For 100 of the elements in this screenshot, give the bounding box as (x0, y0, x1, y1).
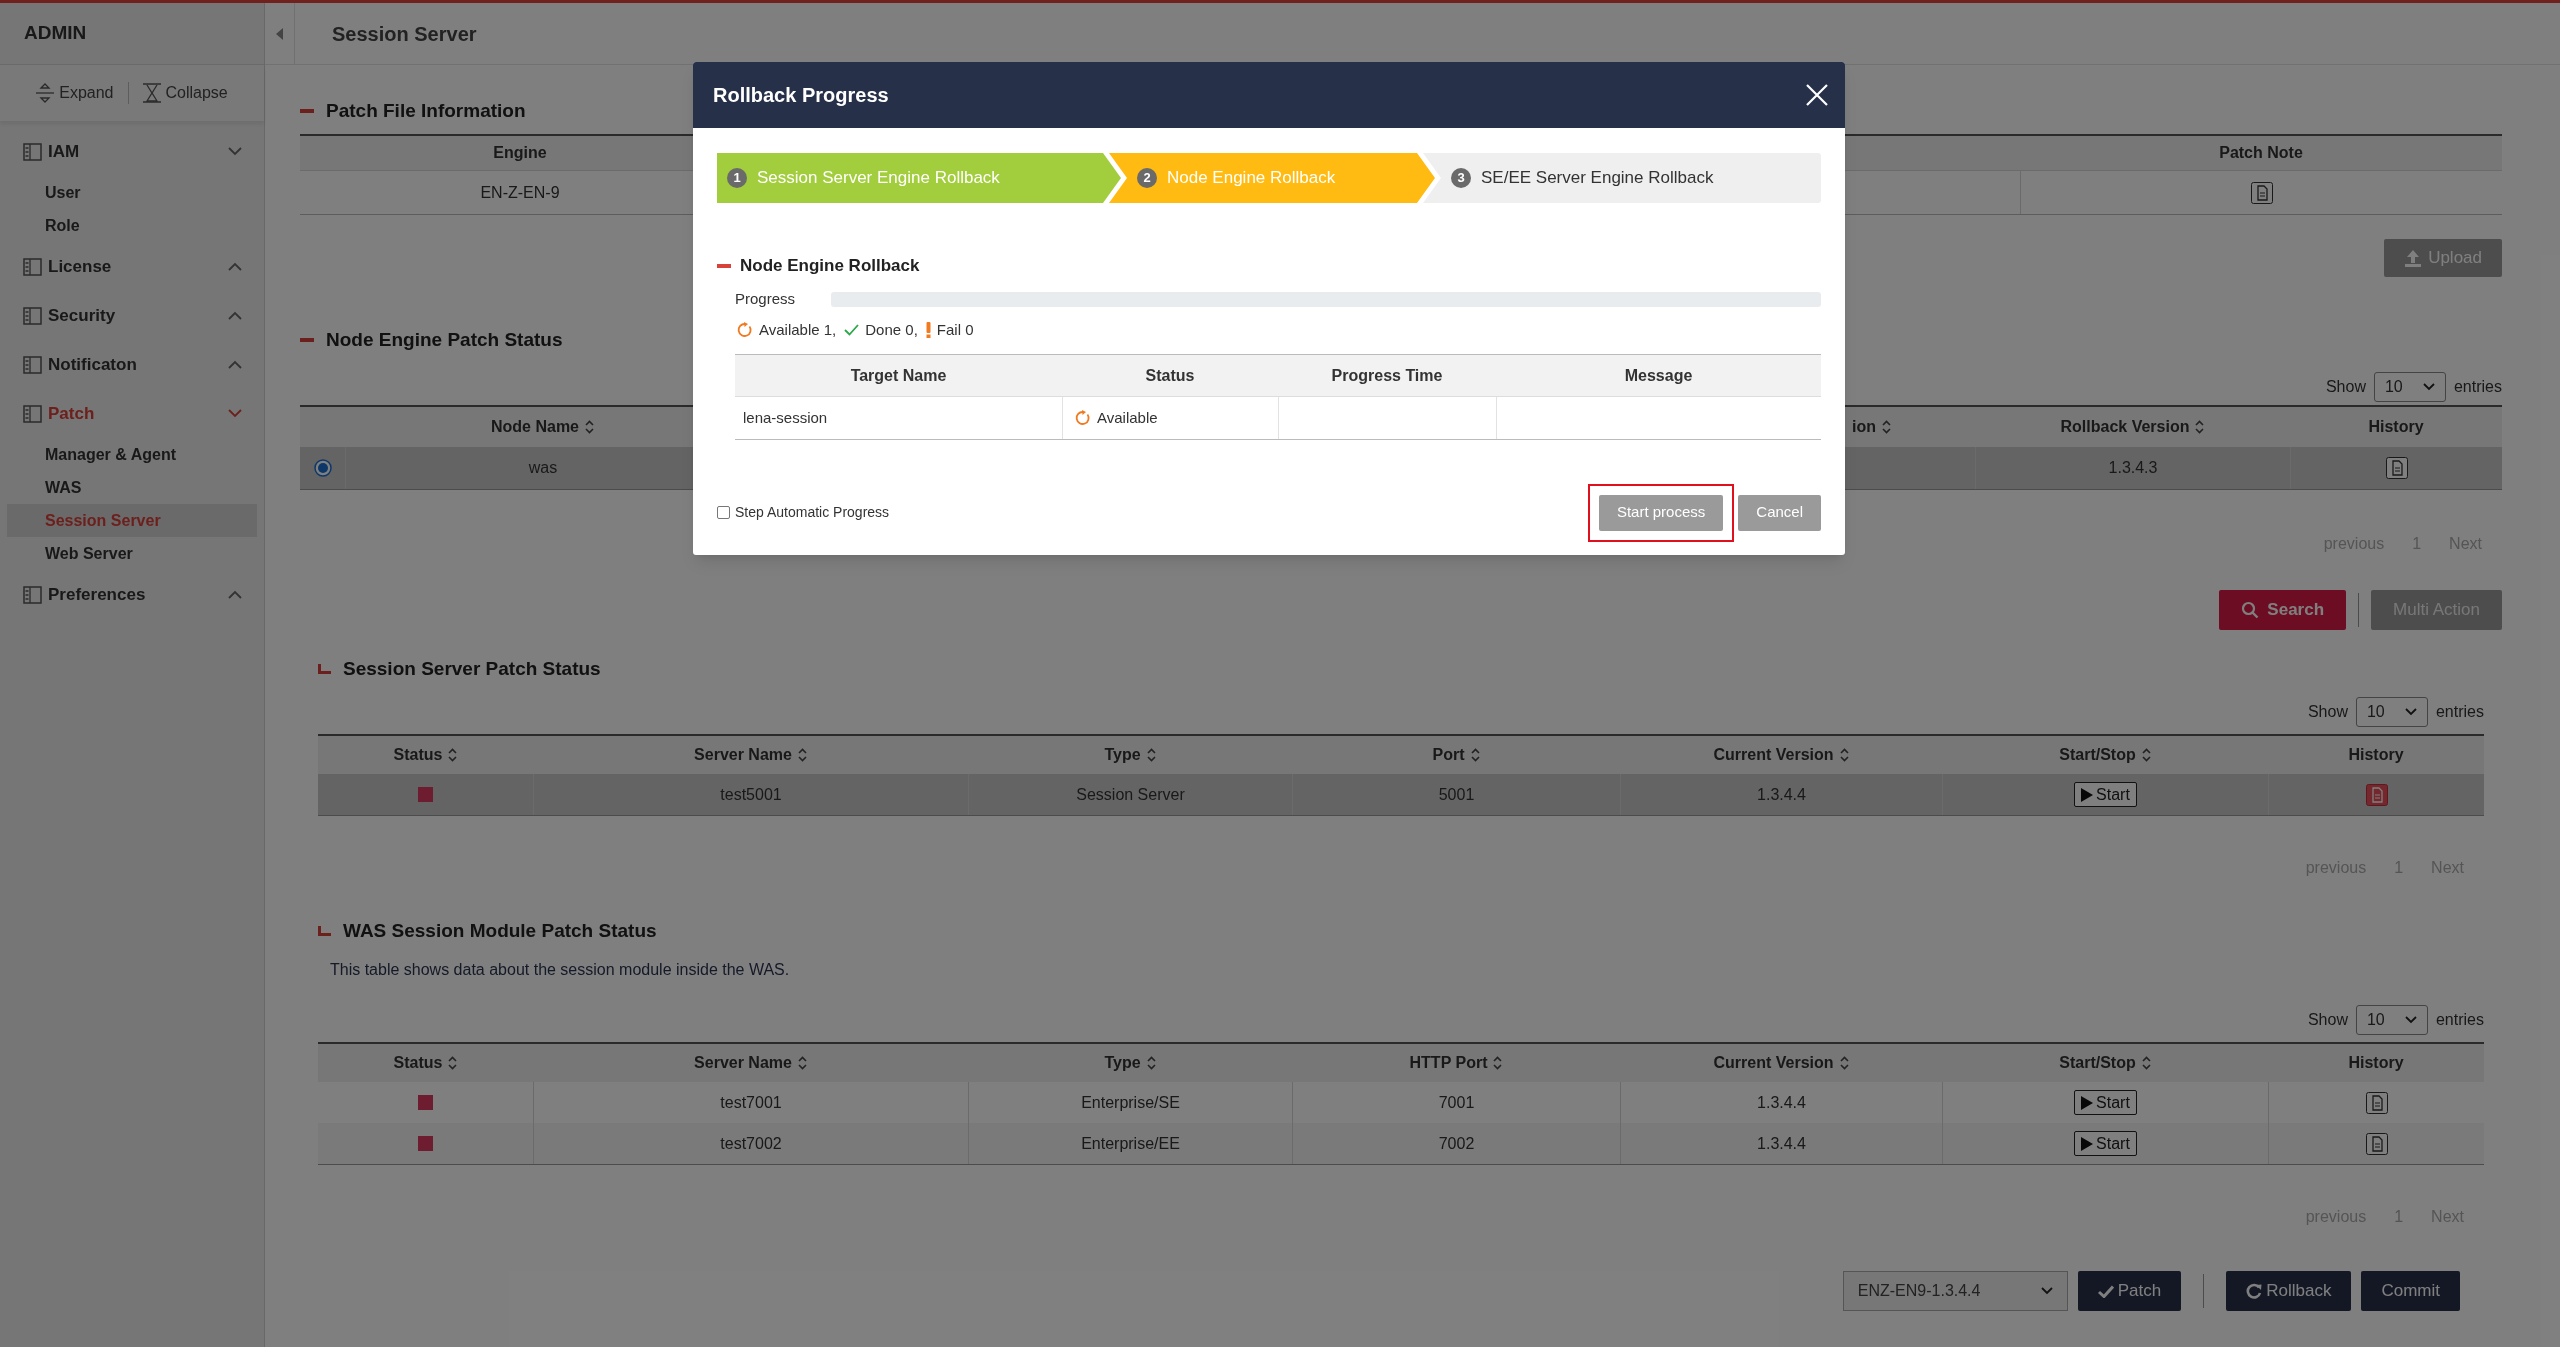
submenu-item[interactable]: WAS (7, 471, 257, 504)
panel-icon (23, 585, 42, 604)
column-header[interactable]: HTTP Port (1409, 1051, 1488, 1075)
step-number: 3 (1451, 168, 1471, 188)
column-header[interactable]: Node Name (491, 415, 579, 439)
column-header[interactable]: Status (393, 1051, 443, 1075)
caret-left-icon[interactable] (275, 27, 284, 40)
sort-icon[interactable] (2195, 420, 2205, 434)
sort-icon[interactable] (1146, 748, 1156, 762)
check-icon (844, 324, 860, 336)
start-button[interactable]: Start (2074, 1131, 2137, 1156)
select-value: ENZ-EN9-1.3.4.4 (1857, 1281, 1981, 1301)
table-cell-text: 5001 (1438, 784, 1475, 805)
document-icon[interactable] (2365, 783, 2388, 806)
column-header[interactable]: ion (1852, 415, 1876, 439)
page-size-select[interactable]: 10 (2355, 1005, 2428, 1035)
section-title: Session Server Patch Status (343, 656, 601, 681)
table-cell-text: 1.3.4.4 (1757, 1133, 1806, 1154)
panel-icon (23, 404, 42, 423)
column-header[interactable]: Start/Stop (2059, 743, 2136, 767)
column-header[interactable]: Rollback Version (2060, 415, 2190, 439)
play-icon (2081, 1136, 2094, 1151)
sort-icon[interactable] (1146, 1056, 1156, 1070)
document-icon[interactable] (2250, 181, 2273, 204)
sort-icon[interactable] (1882, 420, 1891, 434)
caret-icon (2404, 708, 2417, 716)
expand-icon (36, 83, 55, 103)
panel-icon (23, 142, 42, 161)
sort-icon[interactable] (448, 748, 458, 762)
collapse-button[interactable]: Collapse (142, 81, 228, 105)
patch-button[interactable]: Patch (2077, 1271, 2182, 1311)
column-header[interactable]: Port (1432, 743, 1465, 767)
submenu-item[interactable]: User (7, 176, 257, 209)
document-icon[interactable] (2365, 1091, 2388, 1114)
menu-item[interactable]: Security (48, 302, 116, 329)
cancel-button[interactable]: Cancel (1738, 494, 1821, 531)
start-process-button[interactable]: Start process (1598, 494, 1724, 531)
sort-icon[interactable] (448, 1056, 458, 1070)
submenu-item[interactable]: Web Server (7, 537, 257, 570)
start-button[interactable]: Start (2074, 1090, 2137, 1115)
menu-item[interactable]: Notificaton (48, 351, 137, 378)
column-header[interactable]: Start/Stop (2059, 1051, 2136, 1075)
chevron-up-icon[interactable] (228, 590, 242, 599)
checkbox-label: Step Automatic Progress (735, 503, 890, 522)
sort-icon[interactable] (2141, 748, 2151, 762)
column-header[interactable]: Server Name (694, 743, 792, 767)
sort-icon[interactable] (1839, 748, 1849, 762)
checkbox[interactable] (717, 506, 730, 519)
document-icon[interactable] (2365, 1132, 2388, 1155)
column-header[interactable]: Type (1104, 743, 1141, 767)
close-icon[interactable] (1805, 83, 1829, 107)
sort-icon[interactable] (1839, 1056, 1849, 1070)
column-header[interactable]: Type (1104, 1051, 1141, 1075)
sort-icon[interactable] (1470, 748, 1480, 762)
table-cell-text: was (528, 458, 558, 478)
column-header: Engine (493, 143, 547, 163)
sort-icon[interactable] (1493, 1056, 1503, 1070)
submenu-item[interactable]: Role (7, 209, 257, 242)
rollback-button[interactable]: Rollback (2226, 1271, 2352, 1311)
select-value: 10 (2384, 377, 2403, 397)
radio-button[interactable] (313, 459, 332, 477)
sort-icon[interactable] (797, 748, 807, 762)
menu-item[interactable]: License (48, 253, 112, 280)
chevron-up-icon[interactable] (228, 262, 242, 271)
submenu-item[interactable]: Manager & Agent (7, 438, 257, 471)
select-value: 10 (2366, 1010, 2385, 1030)
chevron-up-icon[interactable] (228, 311, 242, 320)
refresh-icon (737, 322, 753, 338)
sort-icon[interactable] (797, 1056, 807, 1070)
status-count: Available 1, (759, 319, 837, 340)
page-size-select[interactable]: 10 (2355, 697, 2428, 727)
column-header[interactable]: Current Version (1713, 743, 1834, 767)
menu-item[interactable]: Patch (48, 400, 95, 427)
commit-button[interactable]: Commit (2361, 1271, 2460, 1311)
menu-item[interactable]: IAM (48, 138, 80, 165)
start-button[interactable]: Start (2074, 782, 2137, 807)
section-title: Node Engine Rollback (740, 255, 920, 278)
section-title: WAS Session Module Patch Status (343, 918, 657, 943)
document-icon[interactable] (2385, 457, 2408, 479)
column-header[interactable]: Server Name (694, 1051, 792, 1075)
step-number: 2 (1137, 168, 1157, 188)
column-header[interactable]: Status (393, 743, 443, 767)
sort-icon[interactable] (2141, 1056, 2151, 1070)
status-count: Done 0, (865, 319, 918, 340)
column-header: History (2348, 1053, 2404, 1073)
search-button[interactable]: Search (2219, 590, 2347, 630)
panel-icon (23, 257, 42, 276)
expand-button[interactable]: Expand (36, 81, 114, 105)
chevron-up-icon[interactable] (228, 360, 242, 369)
menu-item[interactable]: Preferences (48, 581, 146, 608)
column-header[interactable]: Current Version (1713, 1051, 1834, 1075)
version-select[interactable]: ENZ-EN9-1.3.4.4 (1842, 1271, 2068, 1311)
panel-icon (23, 355, 42, 374)
chevron-down-icon[interactable] (228, 409, 242, 418)
page-size-select[interactable]: 10 (2373, 372, 2446, 402)
dash-icon (300, 338, 314, 342)
sort-icon[interactable] (585, 420, 594, 434)
select-value: 10 (2366, 702, 2385, 722)
submenu-item[interactable]: Session Server (7, 504, 257, 537)
chevron-down-icon[interactable] (228, 147, 242, 156)
